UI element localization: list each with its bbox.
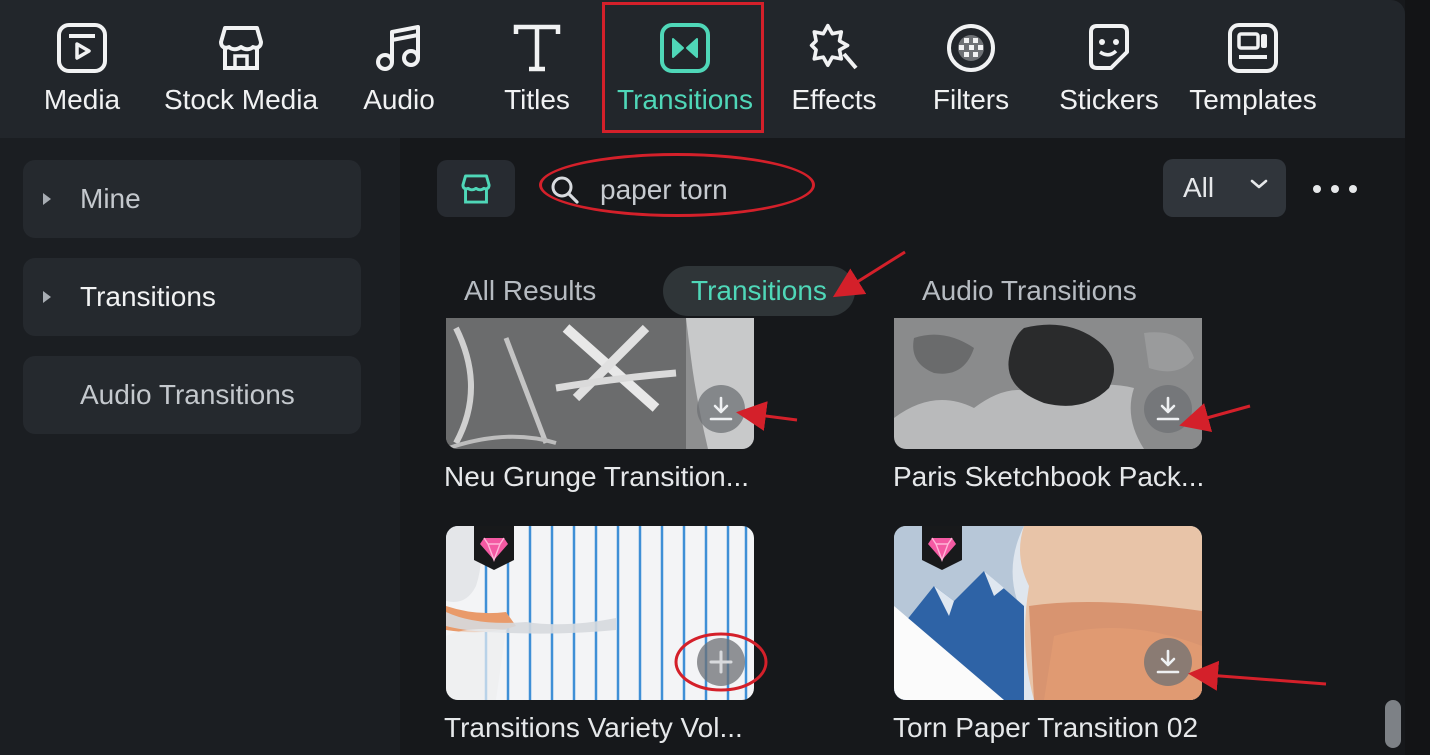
tab-effects-label: Effects bbox=[791, 84, 877, 115]
caret-right-icon bbox=[43, 193, 51, 205]
scroll-track bbox=[1405, 0, 1430, 755]
store-icon bbox=[461, 173, 491, 204]
download-icon bbox=[1156, 396, 1180, 421]
sidebar-item-mine[interactable]: Mine bbox=[23, 160, 361, 238]
download-button[interactable] bbox=[1144, 638, 1192, 686]
result-title: Neu Grunge Transition... bbox=[444, 461, 750, 492]
window-edge bbox=[1405, 0, 1430, 755]
stock-media-icon bbox=[215, 22, 267, 74]
store-button[interactable] bbox=[437, 160, 515, 217]
result-title: Paris Sketchbook Pack... bbox=[893, 461, 1205, 492]
scrollbar-thumb[interactable] bbox=[1385, 700, 1401, 748]
dot bbox=[1313, 185, 1321, 193]
tab-audio[interactable]: Audio bbox=[355, 0, 443, 138]
tab-titles-label: Titles bbox=[504, 84, 570, 115]
highlight-box-transitions bbox=[602, 2, 764, 133]
download-icon bbox=[709, 396, 733, 421]
sidebar-item-transitions[interactable]: Transitions bbox=[23, 258, 361, 336]
result-title: Transitions Variety Vol... bbox=[444, 712, 743, 743]
highlight-oval-search bbox=[539, 153, 815, 217]
premium-badge-icon bbox=[474, 526, 514, 570]
tab-transitions-results[interactable]: Transitions bbox=[663, 266, 855, 316]
download-button[interactable] bbox=[1144, 385, 1192, 433]
tab-templates-label: Templates bbox=[1189, 84, 1317, 115]
dot bbox=[1331, 185, 1339, 193]
sidebar-item-label: Audio Transitions bbox=[80, 379, 295, 410]
download-icon bbox=[1156, 649, 1180, 674]
sidebar-item-label: Mine bbox=[80, 183, 141, 214]
add-button[interactable] bbox=[697, 638, 745, 686]
tab-stickers-label: Stickers bbox=[1059, 84, 1159, 115]
more-options-button[interactable] bbox=[1313, 178, 1357, 200]
tab-stock-media-label: Stock Media bbox=[163, 84, 319, 115]
tab-media-label: Media bbox=[43, 84, 121, 115]
media-icon bbox=[56, 22, 108, 74]
filter-dropdown-value: All bbox=[1183, 172, 1215, 203]
tab-media[interactable]: Media bbox=[30, 0, 134, 138]
chevron-down-icon bbox=[1250, 179, 1268, 189]
sidebar-item-audio-transitions[interactable]: Audio Transitions bbox=[23, 356, 361, 434]
effects-icon bbox=[808, 22, 860, 74]
caret-right-icon bbox=[43, 291, 51, 303]
titles-icon bbox=[511, 22, 563, 74]
tab-filters[interactable]: Filters bbox=[928, 0, 1014, 138]
filter-dropdown[interactable]: All bbox=[1163, 159, 1286, 217]
tab-effects[interactable]: Effects bbox=[788, 0, 880, 138]
stickers-icon bbox=[1083, 22, 1135, 74]
filters-icon bbox=[945, 22, 997, 74]
templates-icon bbox=[1227, 22, 1279, 74]
plus-icon bbox=[709, 650, 733, 674]
tab-titles[interactable]: Titles bbox=[495, 0, 579, 138]
tab-filters-label: Filters bbox=[932, 84, 1010, 115]
dot bbox=[1349, 185, 1357, 193]
result-title: Torn Paper Transition 02 bbox=[893, 712, 1199, 743]
tab-all-results[interactable]: All Results bbox=[464, 266, 596, 316]
tab-audio-transitions[interactable]: Audio Transitions bbox=[922, 266, 1137, 316]
tab-templates[interactable]: Templates bbox=[1188, 0, 1318, 138]
premium-badge-icon bbox=[922, 526, 962, 570]
tab-audio-label: Audio bbox=[363, 84, 435, 115]
sidebar-item-label: Transitions bbox=[80, 281, 216, 312]
tab-stock-media[interactable]: Stock Media bbox=[160, 0, 322, 138]
download-button[interactable] bbox=[697, 385, 745, 433]
audio-icon bbox=[373, 22, 425, 74]
tab-stickers[interactable]: Stickers bbox=[1058, 0, 1160, 138]
